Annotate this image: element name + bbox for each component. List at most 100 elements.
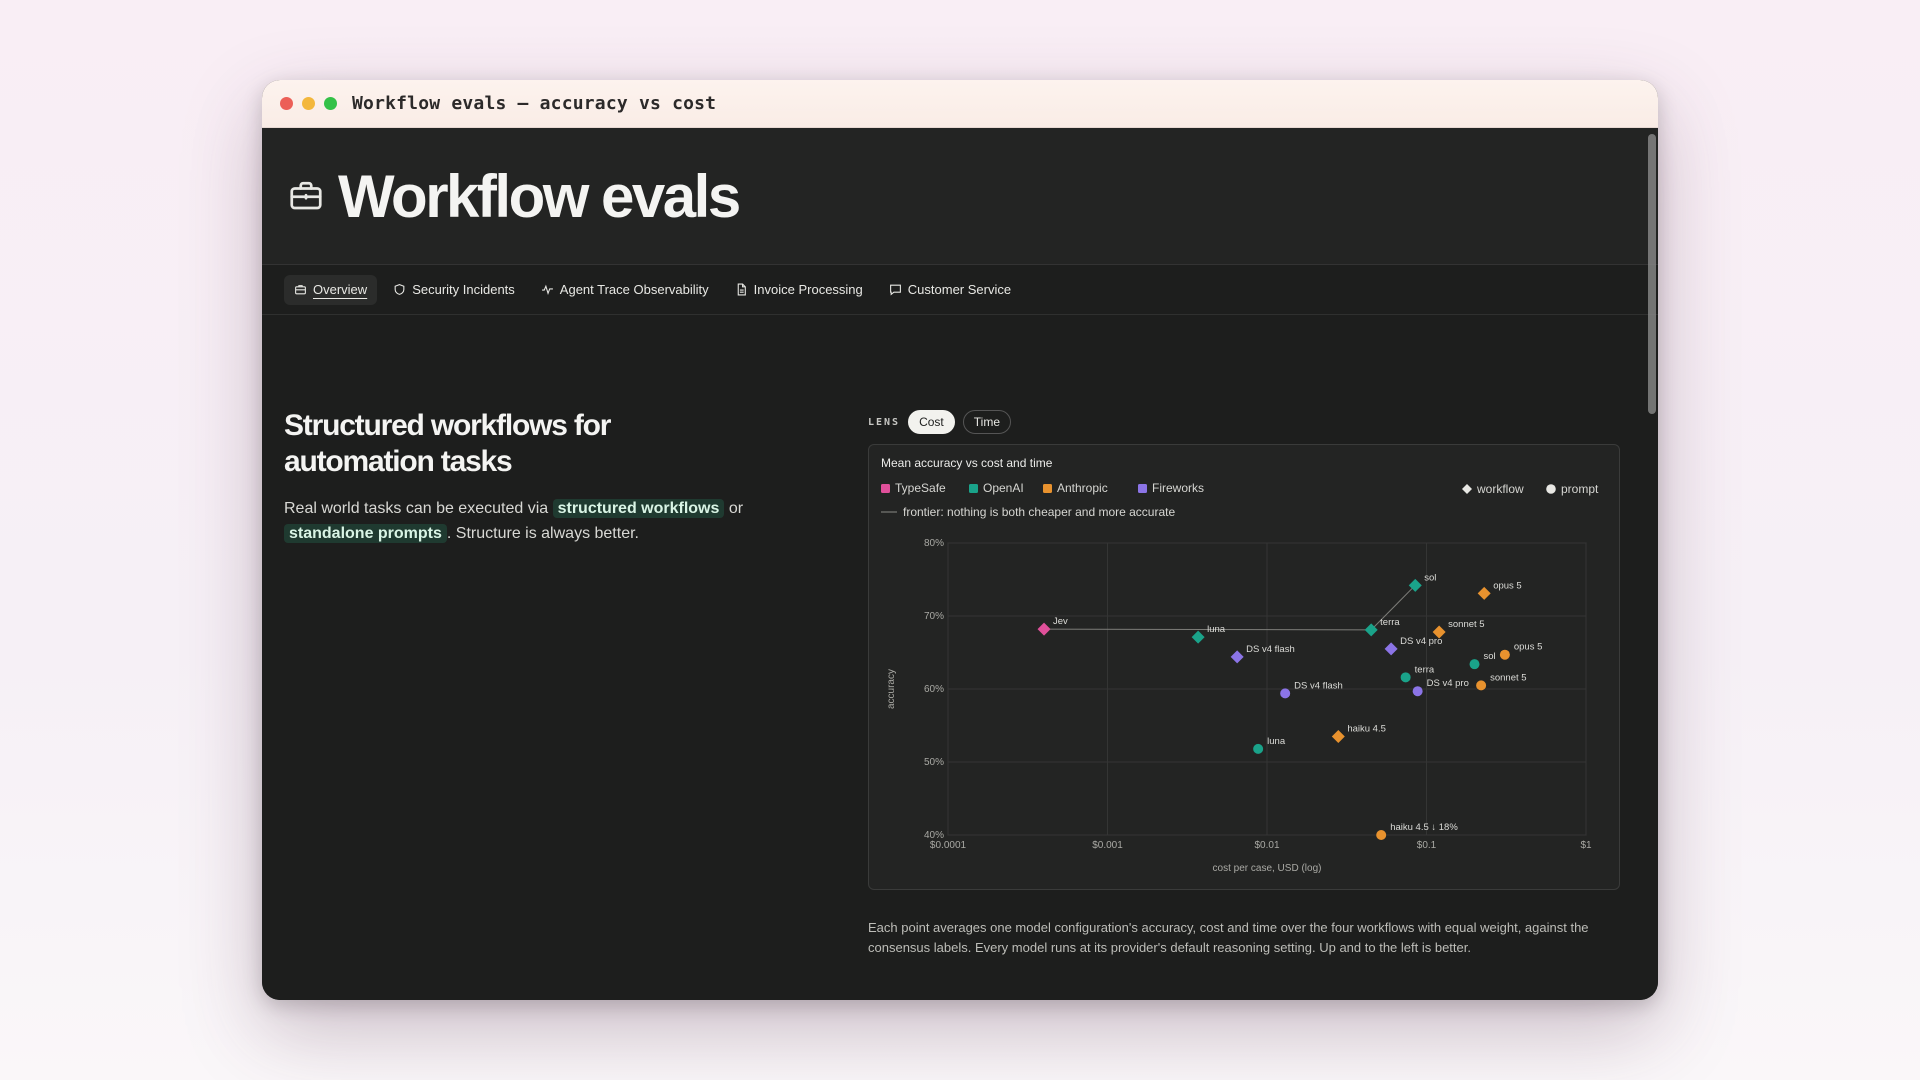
y-tick-label: 40% [924,830,944,841]
x-tick-label: $1 [1580,840,1592,851]
legend-swatch-fireworks [1138,484,1147,493]
point-opus-prompt [1499,649,1510,660]
tab-label: Invoice Processing [753,282,863,297]
point-terra-prompt [1400,672,1411,683]
briefcase-icon [295,285,306,295]
point-label-luna-workflow: luna [1207,624,1226,635]
point-label-dsflash-prompt: DS v4 flash [1294,680,1343,691]
heading-line-1: Structured workflows for [284,409,611,442]
lens-cost-button[interactable]: Cost [908,410,955,434]
title-bar: Workflow evals — accuracy vs cost [262,80,1658,128]
chart-card: Mean accuracy vs cost and time TypeSafe Op… [868,444,1620,890]
tab-label: Overview [313,282,368,297]
briefcase-icon [290,181,322,210]
point-label-terra-workflow: terra [1380,617,1400,628]
x-tick-label: $0.001 [1092,840,1123,851]
point-label-dspro-prompt: DS v4 pro [1427,678,1469,689]
standalone-prompts-highlight: standalone prompts [284,524,447,543]
tab-label: Customer Service [907,282,1012,297]
page-title: Workflow evals [338,162,741,230]
intro-text-middle: or [728,500,744,517]
accuracy-cost-scatter-chart: Mean accuracy vs cost and time TypeSafe Op… [881,456,1599,874]
lens-switcher: LENS Cost Time [868,410,1019,434]
tab-customer-service[interactable]: Customer Service [879,275,1021,305]
legend-swatch-anthropic [1043,484,1052,493]
point-label-luna-prompt: luna [1267,736,1286,747]
legend-label-diamond: workflow [1476,482,1524,496]
x-axis-label: cost per case, USD (log) [1213,863,1322,874]
tab-overview[interactable]: Overview [284,274,378,305]
y-tick-label: 80% [924,538,944,549]
point-haiku-prompt [1376,830,1387,840]
vertical-scrollbar[interactable] [1648,134,1656,414]
point-luna-workflow [1191,630,1205,644]
point-label-terra-prompt: terra [1415,664,1435,675]
heading-line-2: automation tasks [284,445,513,478]
point-dsflash-workflow [1230,650,1244,664]
legend-frontier-label: frontier: nothing is both cheaper and mo… [903,505,1175,519]
legend-shape-diamond [1462,484,1472,494]
legend-label-anthropic: Anthropic [1057,481,1108,495]
point-label-haiku-workflow: haiku 4.5 [1347,723,1386,734]
y-tick-label: 70% [924,611,944,622]
legend-swatch-openai [969,484,978,493]
legend-swatch-typesafe [881,484,890,493]
point-label-sonnet-prompt: sonnet 5 [1490,672,1526,683]
legend-label-circle: prompt [1561,482,1599,496]
y-axis-label: accuracy [886,669,897,709]
app-window: Workflow evals — accuracy vs cost Workfl… [262,80,1658,1000]
y-tick-label: 60% [924,684,944,695]
legend-shape-circle [1546,484,1556,494]
point-opus-workflow [1477,586,1491,600]
point-label-opus-prompt: opus 5 [1514,642,1543,653]
point-label-sonnet-workflow: sonnet 5 [1448,619,1484,630]
x-tick-label: $0.0001 [930,840,967,851]
page-content: Workflow evals Overview Security Inciden… [262,128,1658,1000]
x-tick-label: $0.01 [1254,840,1279,851]
tab-label: Security Incidents [412,282,515,297]
point-label-dsflash-workflow: DS v4 flash [1246,644,1295,655]
point-luna-prompt [1253,743,1264,754]
point-label-haiku-prompt: haiku 4.5 ↓ 18% [1390,822,1458,833]
chart-caption: Each point averages one model configurat… [868,920,1589,955]
tab-agent-trace-observability[interactable]: Agent Trace Observability [531,275,719,305]
point-dsflash-prompt [1280,688,1291,699]
intro-section: Structured workflows for automation task… [284,408,804,546]
point-label-dspro-workflow: DS v4 pro [1400,636,1442,647]
tab-invoice-processing[interactable]: Invoice Processing [725,275,873,305]
lens-time-button[interactable]: Time [962,410,1012,434]
point-sonnet-prompt [1476,680,1487,691]
intro-text-after: . Structure is always better. [446,525,639,542]
point-dspro-workflow [1384,642,1398,656]
chart-title: Mean accuracy vs cost and time [881,456,1053,470]
legend-label-openai: OpenAI [983,481,1024,495]
intro-text-before: Real world tasks can be executed via [284,500,549,517]
section-heading: Structured workflows for automation task… [284,408,804,480]
close-window-button[interactable] [280,97,293,110]
minimize-window-button[interactable] [302,97,315,110]
tab-label: Agent Trace Observability [559,282,709,297]
point-haiku-workflow [1331,729,1345,743]
y-tick-label: 50% [924,757,944,768]
x-tick-label: $0.1 [1417,840,1437,851]
legend-label-typesafe: TypeSafe [895,481,946,495]
page-header: Workflow evals [262,128,1658,265]
chat-icon [889,284,901,296]
point-sol-prompt [1469,659,1480,670]
structured-workflows-highlight: structured workflows [552,499,725,518]
frontier-line [1043,584,1416,631]
tab-bar: Overview Security Incidents Agent Trace … [262,265,1658,315]
intro-text: Real world tasks can be executed via str… [284,496,804,546]
document-icon [737,283,746,296]
point-label-opus-workflow: opus 5 [1493,580,1522,591]
maximize-window-button[interactable] [324,97,337,110]
tab-security-incidents[interactable]: Security Incidents [383,275,525,305]
activity-icon [541,284,553,295]
point-label-sol-workflow: sol [1424,572,1436,583]
window-title: Workflow evals — accuracy vs cost [352,93,717,114]
legend-label-fireworks: Fireworks [1152,481,1204,495]
lens-label: LENS [868,416,901,428]
shield-icon [394,284,405,295]
point-dspro-prompt [1412,686,1423,697]
point-label-sol-prompt: sol [1484,651,1496,662]
